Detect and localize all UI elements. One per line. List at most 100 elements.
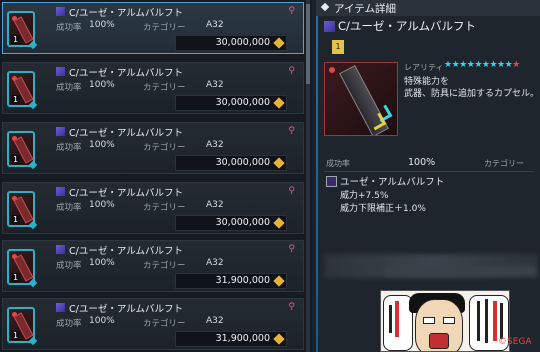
copyright-text: ©SEGA	[498, 337, 532, 347]
category-value: A32	[206, 140, 224, 150]
success-rate-value: 100%	[89, 316, 115, 326]
item-quantity: 1	[11, 215, 21, 224]
category-label: カテゴリー	[143, 261, 186, 271]
capsule-category-icon	[324, 21, 335, 32]
price-box: 30,000,000	[175, 35, 287, 51]
star-icon: ★	[459, 60, 467, 70]
rarity-stars: ★★★★★★★★★★	[444, 60, 520, 70]
item-list: 1 C/ユーゼ・アルムバルフト ⚲ 成功率 100% カテゴリー A32 30,000,000…	[0, 0, 312, 352]
star-icon: ★	[512, 60, 520, 70]
description-line-2: 武器、防具に追加するカプセル。	[404, 89, 540, 99]
success-rate-value: 100%	[89, 140, 115, 150]
success-rate-value: 100%	[89, 258, 115, 268]
item-name: C/ユーゼ・アルムバルフト	[69, 188, 184, 199]
item-image	[324, 62, 398, 136]
success-rate-value: 100%	[408, 157, 436, 168]
rarity-label: レアリティ	[404, 63, 444, 72]
item-quantity: 1	[11, 95, 21, 104]
item-quantity: 1	[11, 35, 21, 44]
price-value: 31,900,000	[215, 275, 270, 286]
capsule-category-icon	[56, 127, 65, 136]
category-value: A32	[206, 80, 224, 90]
category-value: A32	[206, 258, 224, 268]
manga-panel-image	[380, 290, 510, 352]
diamond-icon	[320, 2, 330, 12]
item-quantity: 1	[11, 273, 21, 282]
pin-icon[interactable]: ⚲	[288, 302, 295, 312]
item-quantity: 1	[11, 331, 21, 340]
star-icon: ★	[474, 60, 482, 70]
success-rate-label: 成功率	[56, 319, 82, 329]
star-icon: ★	[489, 60, 498, 70]
success-rate-value: 100%	[89, 80, 115, 90]
success-rate-label: 成功率	[326, 159, 350, 168]
category-value: A32	[206, 20, 224, 30]
success-rate-label: 成功率	[56, 83, 82, 93]
meseta-icon	[273, 333, 285, 345]
price-value: 30,000,000	[215, 217, 270, 228]
detail-item-name: C/ユーゼ・アルムバルフト	[338, 19, 477, 33]
success-rate-label: 成功率	[56, 143, 82, 153]
list-item[interactable]: 1 C/ユーゼ・アルムバルフト ⚲ 成功率 100% カテゴリー A32 30,000,000	[2, 62, 304, 114]
scrollbar-thumb[interactable]	[306, 4, 310, 84]
ability-icon	[326, 176, 337, 187]
success-rate-label: 成功率	[56, 23, 82, 33]
meseta-icon	[273, 217, 285, 229]
price-value: 30,000,000	[215, 157, 270, 168]
meseta-icon	[273, 157, 285, 169]
category-value: A32	[206, 316, 224, 326]
price-box: 31,900,000	[175, 331, 287, 347]
price-value: 31,900,000	[215, 333, 270, 344]
item-name: C/ユーゼ・アルムバルフト	[69, 246, 184, 257]
meseta-icon	[273, 275, 285, 287]
pin-icon[interactable]: ⚲	[288, 244, 295, 254]
price-value: 30,000,000	[215, 37, 270, 48]
pin-icon[interactable]: ⚲	[288, 6, 295, 16]
price-box: 30,000,000	[175, 155, 287, 171]
ability-effect-1: 威力+7.5%	[340, 191, 389, 201]
panel-edge	[316, 0, 318, 352]
divider	[324, 171, 534, 172]
ability-name: ユーゼ・アルムバルフト	[340, 177, 445, 188]
capsule-category-icon	[56, 67, 65, 76]
item-name: C/ユーゼ・アルムバルフト	[69, 304, 184, 315]
item-name: C/ユーゼ・アルムバルフト	[69, 8, 184, 19]
category-label: カテゴリー	[143, 203, 186, 213]
price-box: 30,000,000	[175, 95, 287, 111]
category-label: カテゴリー	[143, 83, 186, 93]
capsule-category-icon	[56, 245, 65, 254]
success-rate-value: 100%	[89, 200, 115, 210]
list-item[interactable]: 1 C/ユーゼ・アルムバルフト ⚲ 成功率 100% カテゴリー A32 30,000,000	[2, 182, 304, 234]
item-thumbnail: 1	[7, 71, 38, 110]
list-item[interactable]: 1 C/ユーゼ・アルムバルフト ⚲ 成功率 100% カテゴリー A32 31,900,000	[2, 298, 304, 350]
detail-title: アイテム詳細	[334, 3, 396, 15]
price-box: 30,000,000	[175, 215, 287, 231]
quantity-badge: 1	[332, 40, 344, 54]
pin-icon[interactable]: ⚲	[288, 66, 295, 76]
ability-effect-2: 威力下限補正＋1.0%	[340, 204, 426, 214]
capsule-category-icon	[56, 187, 65, 196]
capsule-category-icon	[56, 7, 65, 16]
pin-icon[interactable]: ⚲	[288, 126, 295, 136]
category-label: カテゴリー	[143, 143, 186, 153]
blurred-region	[386, 266, 536, 276]
item-name: C/ユーゼ・アルムバルフト	[69, 128, 184, 139]
success-rate-label: 成功率	[56, 261, 82, 271]
item-thumbnail: 1	[7, 249, 38, 288]
pin-icon[interactable]: ⚲	[288, 186, 295, 196]
item-name: C/ユーゼ・アルムバルフト	[69, 68, 184, 79]
price-box: 31,900,000	[175, 273, 287, 289]
category-value: A32	[206, 200, 224, 210]
star-icon: ★	[497, 60, 505, 70]
item-thumbnail: 1	[7, 191, 38, 230]
detail-header: アイテム詳細	[316, 0, 540, 16]
success-rate-value: 100%	[89, 20, 115, 30]
list-item[interactable]: 1 C/ユーゼ・アルムバルフト ⚲ 成功率 100% カテゴリー A32 30,000,000	[2, 122, 304, 174]
item-quantity: 1	[11, 155, 21, 164]
item-thumbnail: 1	[7, 131, 38, 170]
meseta-icon	[273, 37, 285, 49]
list-item[interactable]: 1 C/ユーゼ・アルムバルフト ⚲ 成功率 100% カテゴリー A32 31,900,000	[2, 240, 304, 292]
item-thumbnail: 1	[7, 11, 38, 50]
list-scrollbar[interactable]	[306, 0, 310, 352]
list-item[interactable]: 1 C/ユーゼ・アルムバルフト ⚲ 成功率 100% カテゴリー A32 30,000,000	[2, 2, 304, 54]
